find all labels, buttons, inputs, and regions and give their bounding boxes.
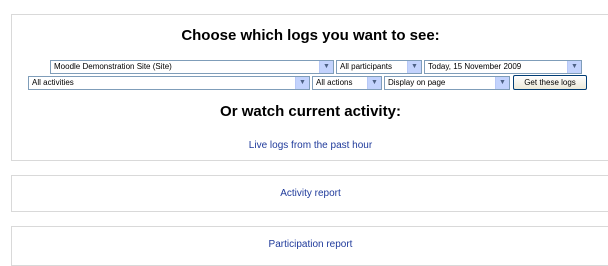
choose-logs-heading: Choose which logs you want to see: <box>181 27 440 44</box>
chevron-down-icon: ▼ <box>495 77 509 89</box>
actions-select-value: All actions <box>316 78 353 87</box>
date-select-value: Today, 15 November 2009 <box>428 62 522 71</box>
chevron-down-icon: ▼ <box>407 61 421 73</box>
display-select[interactable]: Display on page ▼ <box>384 76 510 90</box>
watch-activity-heading: Or watch current activity: <box>220 103 401 120</box>
chevron-down-icon: ▼ <box>567 61 581 73</box>
activity-report-link[interactable]: Activity report <box>12 188 608 199</box>
live-logs-link[interactable]: Live logs from the past hour <box>12 140 608 151</box>
chevron-down-icon: ▼ <box>367 77 381 89</box>
date-select[interactable]: Today, 15 November 2009 ▼ <box>424 60 582 74</box>
logs-panel: Choose which logs you want to see: Moodl… <box>11 14 608 161</box>
activities-select[interactable]: All activities ▼ <box>28 76 310 90</box>
activities-select-value: All activities <box>32 78 74 87</box>
course-select[interactable]: Moodle Demonstration Site (Site) ▼ <box>50 60 334 74</box>
participants-select[interactable]: All participants ▼ <box>336 60 422 74</box>
actions-select[interactable]: All actions ▼ <box>312 76 382 90</box>
display-select-value: Display on page <box>388 78 446 87</box>
get-logs-button[interactable]: Get these logs <box>513 75 587 90</box>
participants-select-value: All participants <box>340 62 393 71</box>
participation-report-link[interactable]: Participation report <box>12 239 608 250</box>
chevron-down-icon: ▼ <box>295 77 309 89</box>
participation-report-panel: Participation report <box>11 226 608 266</box>
course-select-value: Moodle Demonstration Site (Site) <box>54 62 172 71</box>
activity-report-panel: Activity report <box>11 175 608 212</box>
chevron-down-icon: ▼ <box>319 61 333 73</box>
